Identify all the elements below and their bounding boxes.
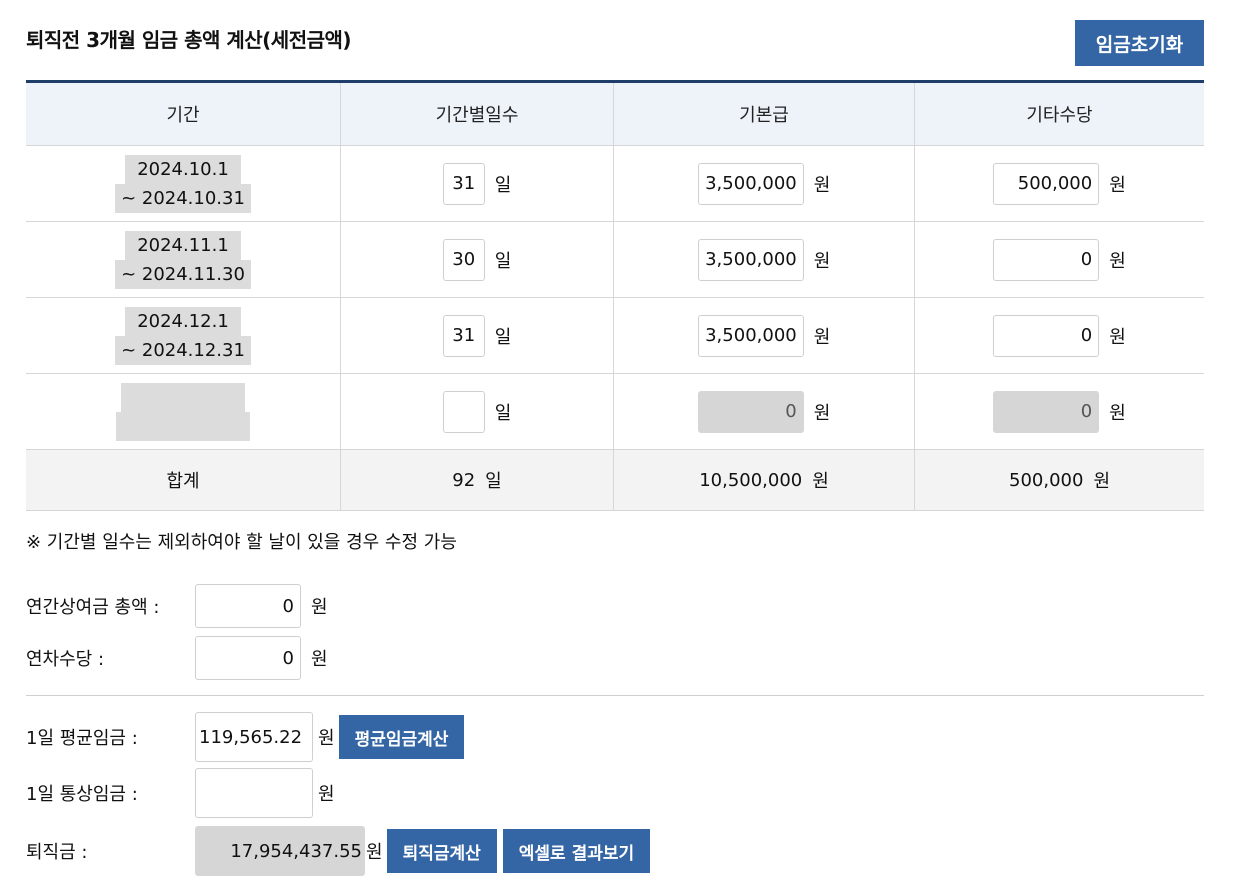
table-row: 2024.12.1 ~ 2024.12.31 일 원 원 [26, 297, 1204, 374]
page-title: 퇴직전 3개월 임금 총액 계산(세전금액) [26, 28, 352, 52]
won-unit: 원 [813, 402, 831, 424]
day-unit: 일 [485, 471, 502, 492]
period-range[interactable]: 2024.10.1 ~ 2024.10.31 [115, 154, 251, 213]
won-unit: 원 [318, 728, 335, 749]
period-end: ~ 2024.10.31 [115, 183, 251, 213]
ordinary-daily-wage-input[interactable] [195, 768, 313, 818]
day-unit: 일 [494, 250, 512, 272]
reset-wage-button[interactable]: 임금초기화 [1075, 20, 1204, 66]
table-row: 일 원 원 [26, 373, 1204, 450]
period-range[interactable] [116, 382, 250, 441]
total-label: 합계 [26, 449, 341, 511]
won-unit: 원 [1109, 402, 1126, 424]
day-unit: 일 [494, 402, 512, 424]
bonus-label: 연간상여금 총액 : [26, 597, 160, 618]
days-input[interactable] [442, 238, 485, 281]
won-unit: 원 [1109, 174, 1126, 196]
avg-daily-wage-input[interactable] [195, 712, 313, 762]
column-header-days: 기간별일수 [340, 81, 614, 146]
won-unit: 원 [311, 597, 328, 618]
total-days: 92 [452, 469, 476, 491]
days-input[interactable] [442, 314, 485, 357]
total-row: 합계 92 일 10,500,000 원 500,000 원 [26, 449, 1204, 511]
avg-wage-row: 1일 평균임금 : 원 평균임금계산 [26, 712, 465, 762]
period-end: ~ 2024.11.30 [115, 259, 251, 289]
ordinary-wage-label: 1일 통상임금 : [26, 784, 138, 805]
base-pay-input [697, 390, 804, 433]
column-header-base-pay: 기본급 [613, 81, 915, 146]
period-cell [26, 373, 341, 450]
base-pay-input[interactable] [697, 238, 804, 281]
table-row: 2024.11.1 ~ 2024.11.30 일 원 원 [26, 221, 1204, 298]
period-range[interactable]: 2024.11.1 ~ 2024.11.30 [115, 230, 251, 289]
annual-leave-allowance-input[interactable] [195, 636, 301, 680]
base-pay-input[interactable] [697, 162, 804, 205]
won-unit: 원 [318, 784, 335, 805]
other-allowance-input [993, 390, 1100, 433]
period-start [121, 382, 245, 412]
other-allowance-input[interactable] [993, 314, 1100, 357]
total-other-allowance: 500,000 [1009, 469, 1084, 491]
total-base-pay: 10,500,000 [699, 469, 803, 491]
won-unit: 원 [813, 174, 831, 196]
annual-leave-label: 연차수당 : [26, 649, 105, 670]
period-cell: 2024.12.1 ~ 2024.12.31 [26, 297, 341, 374]
base-pay-input[interactable] [697, 314, 804, 357]
other-allowance-input[interactable] [993, 238, 1100, 281]
won-unit: 원 [813, 250, 831, 272]
period-end: ~ 2024.12.31 [115, 335, 251, 365]
excel-export-button[interactable]: 엑셀로 결과보기 [502, 829, 651, 873]
ordinary-wage-row: 1일 통상임금 : 원 [26, 768, 335, 818]
bonus-row: 연간상여금 총액 : 원 [26, 584, 328, 628]
column-header-period: 기간 [26, 81, 341, 146]
table-header-row: 기간 기간별일수 기본급 기타수당 [26, 81, 1204, 146]
period-range[interactable]: 2024.12.1 ~ 2024.12.31 [115, 306, 251, 365]
won-unit: 원 [311, 649, 328, 670]
wage-table: 기간 기간별일수 기본급 기타수당 2024.10.1 ~ 2024.10.31… [26, 80, 1204, 511]
other-allowance-input[interactable] [993, 162, 1100, 205]
period-end [116, 411, 250, 441]
severance-row: 퇴직금 : 원 퇴직금계산 엑셀로 결과보기 [26, 826, 651, 876]
table-row: 2024.10.1 ~ 2024.10.31 일 원 원 [26, 145, 1204, 222]
won-unit: 원 [813, 326, 831, 348]
severance-label: 퇴직금 : [26, 842, 88, 863]
won-unit: 원 [1109, 326, 1126, 348]
won-unit: 원 [1093, 471, 1110, 492]
won-unit: 원 [1109, 250, 1126, 272]
days-note: ※ 기간별 일수는 제외하여야 할 날이 있을 경우 수정 가능 [26, 532, 457, 553]
calc-avg-wage-button[interactable]: 평균임금계산 [338, 715, 465, 759]
column-header-other-allowance: 기타수당 [914, 81, 1204, 146]
period-cell: 2024.11.1 ~ 2024.11.30 [26, 221, 341, 298]
period-cell: 2024.10.1 ~ 2024.10.31 [26, 145, 341, 222]
day-unit: 일 [494, 174, 512, 196]
annual-leave-row: 연차수당 : 원 [26, 636, 328, 680]
period-start: 2024.10.1 [125, 154, 241, 184]
won-unit: 원 [366, 842, 383, 863]
day-unit: 일 [494, 326, 512, 348]
annual-bonus-input[interactable] [195, 584, 301, 628]
calc-severance-button[interactable]: 퇴직금계산 [386, 829, 497, 873]
won-unit: 원 [812, 471, 829, 492]
days-input[interactable] [442, 390, 485, 433]
days-input[interactable] [442, 162, 485, 205]
severance-pay-output [195, 826, 365, 876]
section-divider [26, 695, 1204, 696]
period-start: 2024.12.1 [125, 306, 241, 336]
period-start: 2024.11.1 [125, 230, 241, 260]
avg-wage-label: 1일 평균임금 : [26, 728, 138, 749]
